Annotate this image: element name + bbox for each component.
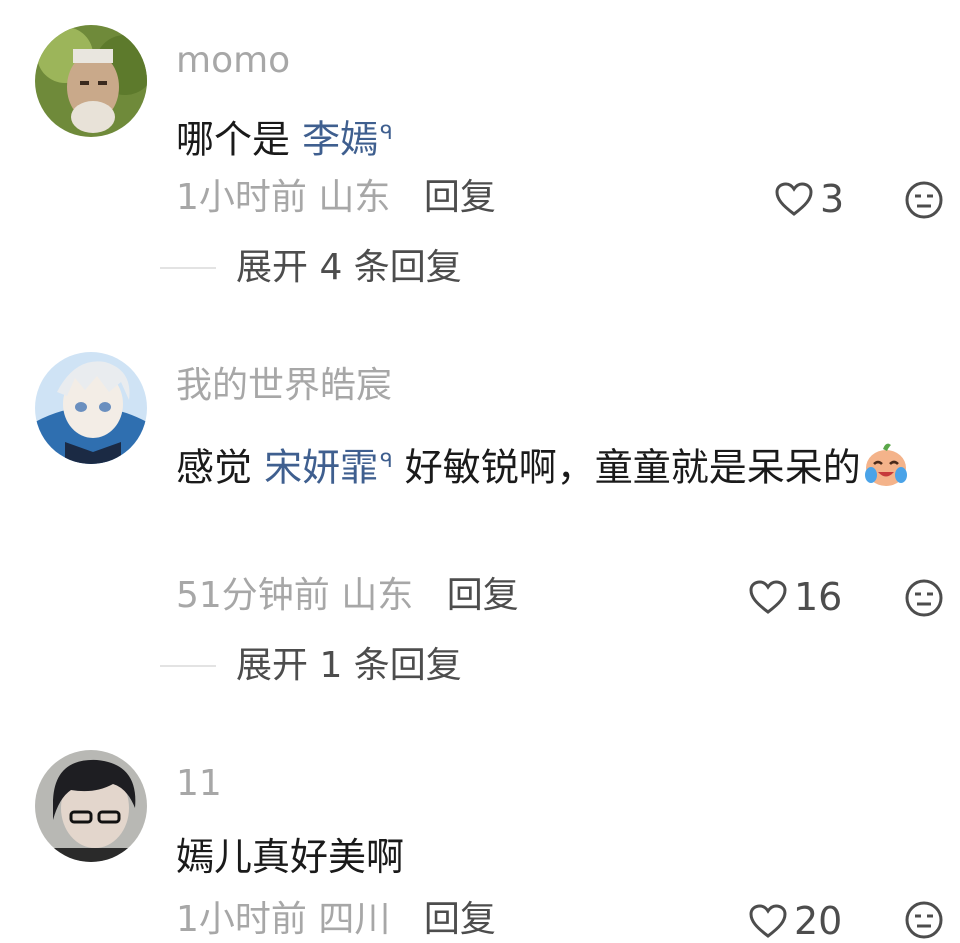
expand-replies-button[interactable]: 展开 4 条回复: [160, 250, 462, 286]
comment-text: 感觉 宋妍霏 ᑫ 好敏锐啊，童童就是呆呆的: [176, 420, 936, 508]
avatar[interactable]: [35, 750, 147, 862]
location: 山东: [318, 177, 391, 218]
neutral-face-icon: [905, 181, 943, 219]
comment-text: 嫣儿真好美啊: [176, 835, 405, 879]
comment-meta: 51分钟前 山东 回复: [176, 578, 519, 614]
divider: [160, 665, 216, 667]
like-count: 3: [820, 177, 845, 221]
heart-outline-icon: [749, 904, 787, 938]
divider: [160, 267, 216, 269]
crying-laughing-emoji: [864, 443, 907, 486]
avatar[interactable]: [35, 352, 147, 464]
mention-link[interactable]: 李嫣: [302, 118, 378, 162]
username[interactable]: 我的世界皓宸: [176, 368, 392, 404]
expand-replies-label: 展开 4 条回复: [236, 247, 462, 288]
heart-outline-icon: [775, 182, 813, 216]
like-button[interactable]: 3: [774, 180, 844, 218]
location: 山东: [341, 575, 414, 616]
expand-replies-button[interactable]: 展开 1 条回复: [160, 648, 462, 684]
username[interactable]: momo: [176, 43, 290, 79]
mention-link[interactable]: 宋妍霏: [264, 446, 378, 490]
timestamp: 1小时前: [176, 177, 307, 218]
like-button[interactable]: 16: [748, 578, 842, 616]
expand-replies-label: 展开 1 条回复: [236, 645, 462, 686]
dislike-button[interactable]: [904, 578, 944, 618]
search-icon: ᑫ: [380, 448, 393, 472]
timestamp: 51分钟前: [176, 575, 330, 616]
dislike-button[interactable]: [904, 180, 944, 220]
neutral-face-icon: [905, 901, 943, 939]
avatar[interactable]: [35, 25, 147, 137]
neutral-face-icon: [905, 579, 943, 617]
dislike-button[interactable]: [904, 900, 944, 940]
location: 四川: [318, 899, 391, 940]
comment-meta: 1小时前 山东 回复: [176, 180, 496, 216]
reply-button[interactable]: 回复: [424, 899, 496, 940]
reply-button[interactable]: 回复: [424, 177, 496, 218]
username[interactable]: 11: [176, 766, 222, 802]
timestamp: 1小时前: [176, 899, 307, 940]
like-count: 16: [794, 575, 843, 619]
like-button[interactable]: 20: [748, 902, 842, 940]
comment-meta: 1小时前 四川 回复: [176, 902, 496, 938]
reply-button[interactable]: 回复: [447, 575, 519, 616]
comment-text: 哪个是 李嫣 ᑫ: [176, 117, 393, 162]
like-count: 20: [794, 899, 843, 943]
heart-outline-icon: [749, 580, 787, 614]
search-icon: ᑫ: [380, 120, 393, 144]
